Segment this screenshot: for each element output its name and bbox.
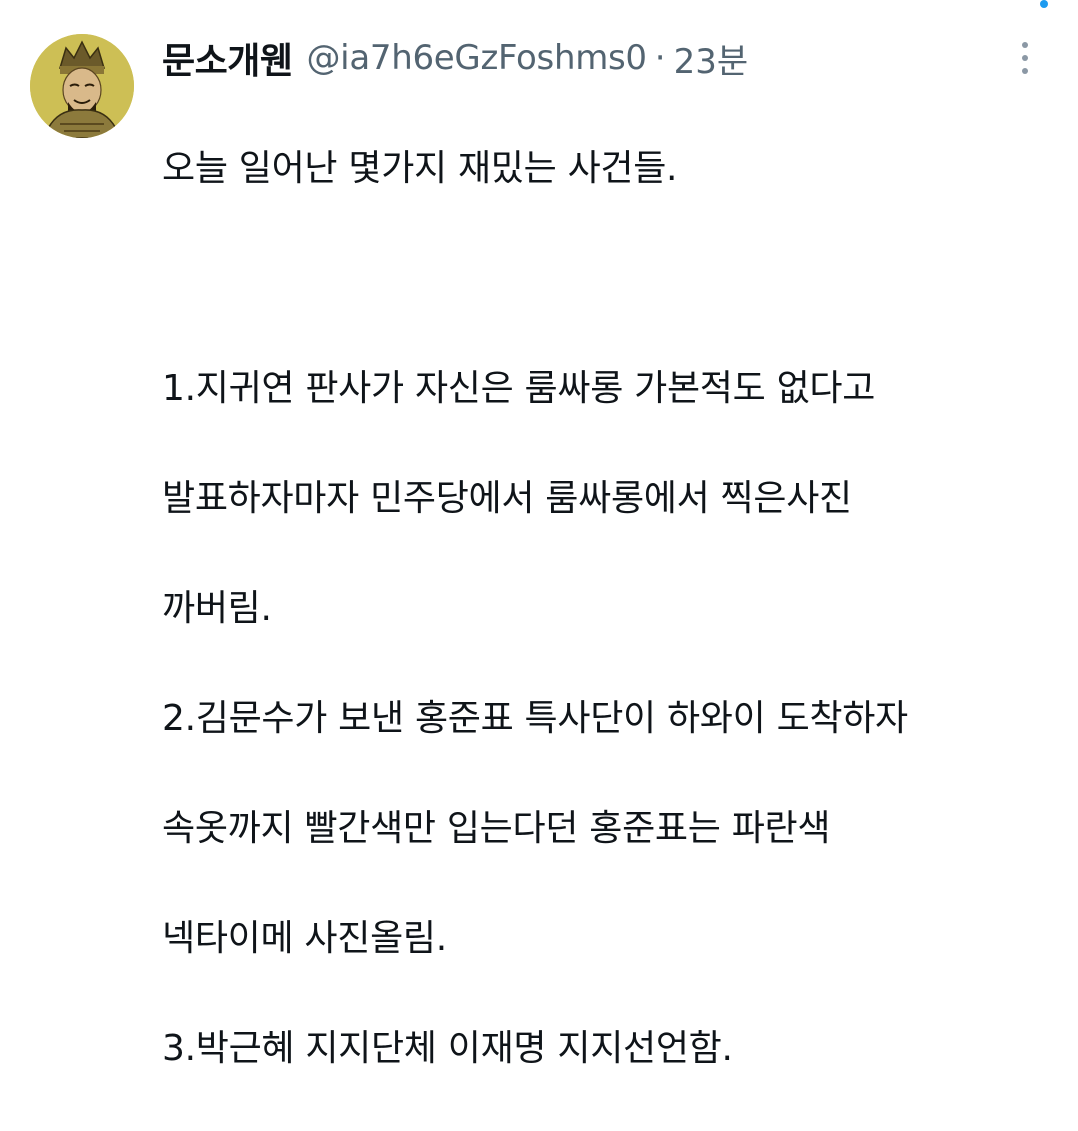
tweet-line: 2.김문수가 보낸 홍준표 특사단이 하와이 도착하자 — [162, 698, 908, 739]
tweet-line: 넥타이메 사진올림. — [162, 918, 447, 959]
tweet-line — [162, 251, 1062, 306]
user-avatar[interactable] — [30, 34, 134, 138]
more-options-icon[interactable] — [1010, 38, 1040, 78]
more-dot — [1022, 55, 1028, 61]
separator-dot: · — [654, 38, 666, 78]
more-dot — [1022, 42, 1028, 48]
tweet-line: 3.박근혜 지지단체 이재명 지지선언함. — [162, 1028, 733, 1069]
tweet-card[interactable]: 문소개웬 @ia7h6eGzFoshms0 · 23분 오늘 일어난 몇가지 재… — [0, 0, 1078, 1069]
tweet-header: 문소개웬 @ia7h6eGzFoshms0 · 23분 — [162, 32, 748, 84]
tweet-line: 1.지귀연 판사가 자신은 룸싸롱 가본적도 없다고 — [162, 368, 876, 409]
more-dot — [1022, 68, 1028, 74]
tweet-text: 오늘 일어난 몇가지 재밌는 사건들. 1.지귀연 판사가 자신은 룸싸롱 가본… — [162, 86, 1062, 1131]
tweet-line: 발표하자마자 민주당에서 룸싸롱에서 찍은사진 — [162, 478, 852, 519]
notification-dot — [1040, 0, 1048, 8]
tweet-line: 속옷까지 빨간색만 입는다던 홍준표는 파란색 — [162, 808, 831, 849]
tweet-line: 오늘 일어난 몇가지 재밌는 사건들. — [162, 148, 678, 189]
display-name[interactable]: 문소개웬 — [162, 32, 293, 84]
timestamp[interactable]: 23분 — [674, 34, 749, 83]
portrait-avatar-icon — [30, 34, 134, 138]
tweet-line: 까버림. — [162, 588, 272, 629]
user-handle[interactable]: @ia7h6eGzFoshms0 — [306, 38, 647, 78]
